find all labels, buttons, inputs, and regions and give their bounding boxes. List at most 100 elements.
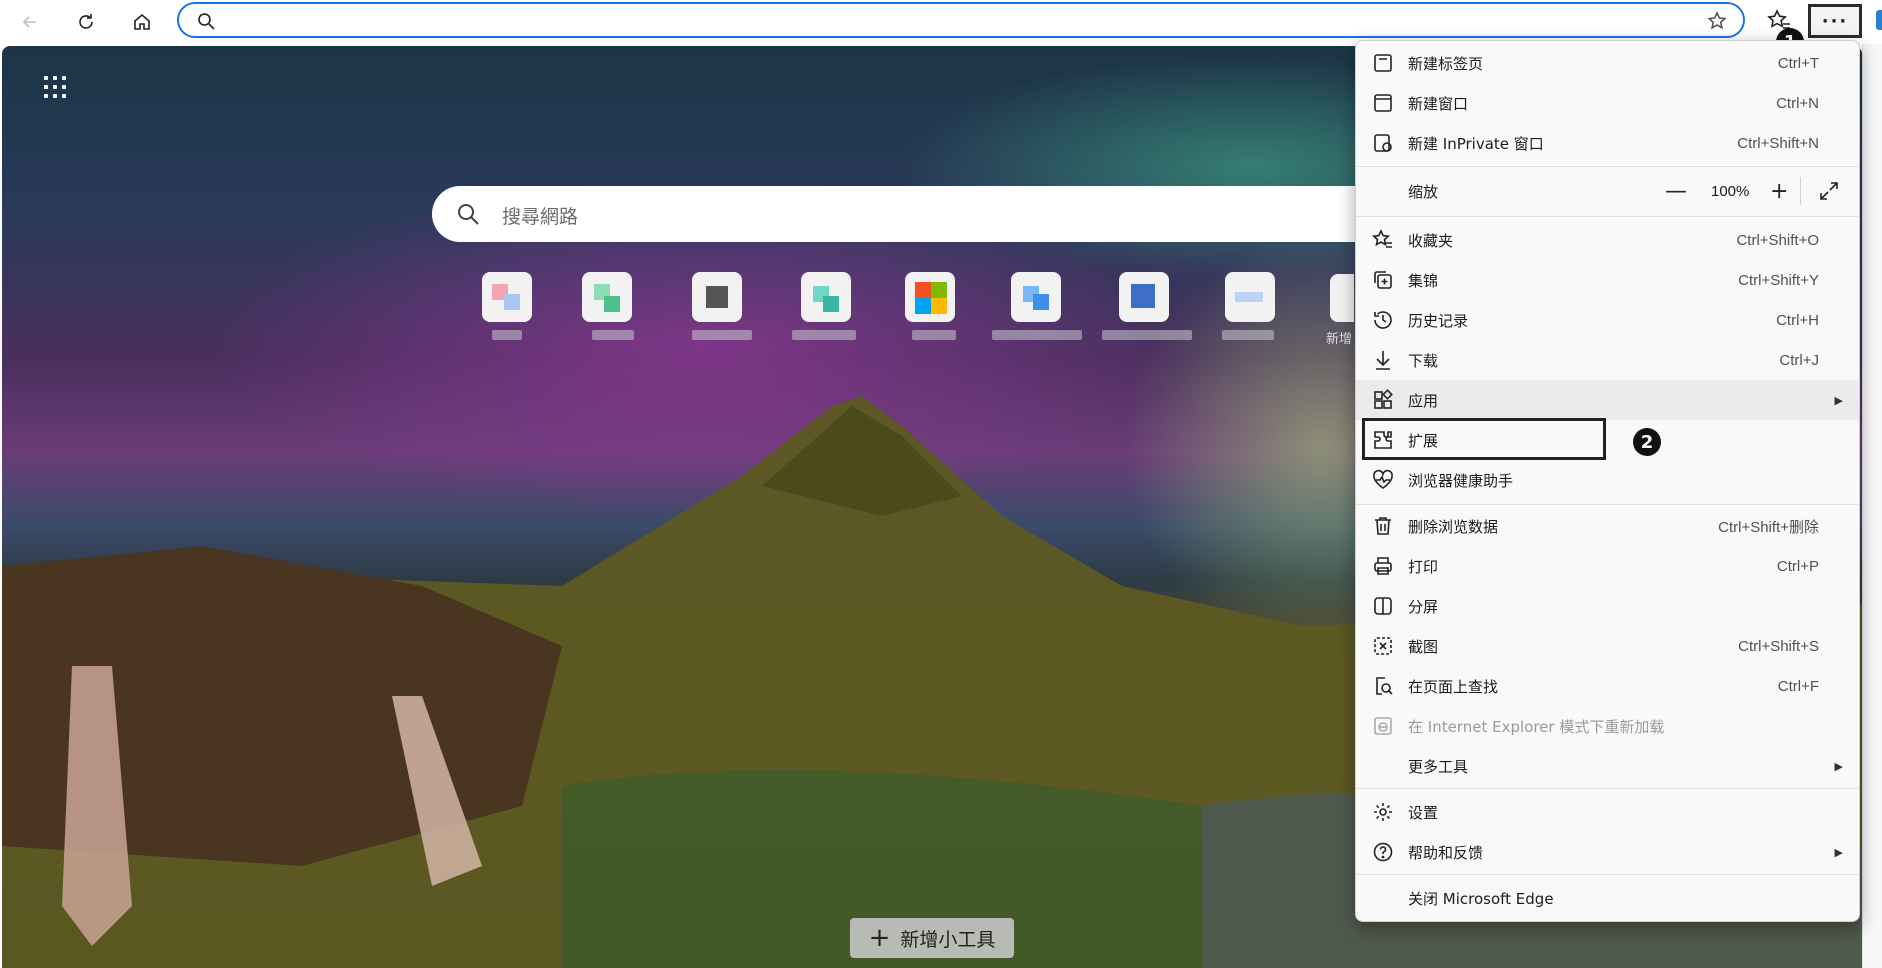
search-icon [458, 204, 479, 225]
add-site-tile[interactable] [1330, 274, 1354, 322]
address-input[interactable] [227, 8, 1631, 34]
menu-item-help-feedback[interactable]: 帮助和反馈 ▶ [1356, 832, 1859, 872]
menu-item-shortcut: Ctrl+P [1776, 557, 1819, 575]
collections-icon [1374, 271, 1392, 289]
menu-item-split-screen[interactable]: 分屏 [1356, 586, 1859, 626]
menu-item-settings[interactable]: 设置 [1356, 792, 1859, 832]
settings-icon [1374, 803, 1392, 821]
quick-link-tile[interactable] [482, 272, 532, 322]
submenu-arrow-icon: ▶ [1834, 759, 1843, 773]
new-window-icon [1374, 94, 1392, 112]
menu-item-new-window[interactable]: 新建窗口 Ctrl+N [1356, 83, 1859, 123]
menu-item-downloads[interactable]: 下载 Ctrl+J [1356, 340, 1859, 380]
menu-item-shortcut: Ctrl+T [1777, 54, 1819, 72]
quick-link-label [1222, 330, 1274, 340]
menu-item-shortcut: Ctrl+H [1776, 311, 1819, 329]
menu-item-label: 删除浏览数据 [1408, 517, 1499, 536]
favorites-icon [1372, 229, 1392, 248]
menu-item-label: 打印 [1408, 557, 1439, 576]
more-menu-button[interactable]: ··· [1808, 4, 1862, 38]
quick-link-label [912, 330, 956, 340]
quick-link-tile[interactable] [1011, 272, 1061, 322]
sidebar-edge-icon [1876, 10, 1882, 30]
menu-separator [1356, 216, 1859, 217]
home-icon [134, 13, 150, 30]
menu-item-history[interactable]: 历史记录 Ctrl+H [1356, 300, 1859, 340]
menu-item-shortcut: Ctrl+N [1776, 94, 1819, 112]
find-icon [1376, 677, 1393, 695]
inprivate-window-icon [1374, 134, 1392, 152]
quick-link-tile[interactable] [801, 272, 851, 322]
menu-item-label: 浏览器健康助手 [1408, 471, 1514, 490]
zoom-out-button[interactable]: — [1665, 179, 1687, 204]
menu-item-ie-mode: 在 Internet Explorer 模式下重新加载 [1356, 706, 1859, 746]
menu-item-zoom: 缩放 — 100% + [1356, 171, 1859, 211]
quick-link-tile[interactable] [692, 272, 742, 322]
menu-item-shortcut: Ctrl+Shift+Y [1738, 271, 1819, 289]
new-tab-icon [1374, 54, 1392, 72]
fullscreen-icon[interactable] [1818, 180, 1840, 202]
quick-link-label [692, 330, 752, 340]
menu-item-label: 在 Internet Explorer 模式下重新加载 [1408, 717, 1665, 736]
menu-item-print[interactable]: 打印 Ctrl+P [1356, 546, 1859, 586]
quick-link-label [492, 330, 522, 340]
screenshot-icon [1374, 637, 1392, 655]
menu-item-label: 更多工具 [1408, 757, 1469, 776]
split-screen-icon [1374, 597, 1392, 615]
quick-link-label [1102, 330, 1192, 340]
side-panel-edge [1862, 44, 1882, 968]
menu-item-label: 新建窗口 [1408, 94, 1469, 113]
menu-item-new-inprivate-window[interactable]: 新建 InPrivate 窗口 Ctrl+Shift+N [1356, 123, 1859, 163]
menu-separator [1356, 166, 1859, 167]
home-button[interactable] [126, 6, 158, 38]
menu-item-browser-health[interactable]: 浏览器健康助手 [1356, 460, 1859, 500]
health-icon [1373, 469, 1393, 489]
menu-item-apps[interactable]: 应用 ▶ [1356, 380, 1859, 420]
menu-item-find-on-page[interactable]: 在页面上查找 Ctrl+F [1356, 666, 1859, 706]
browser-toolbar: ··· 1 [0, 0, 1882, 56]
add-widget-label: 新增小工具 [900, 928, 996, 951]
menu-item-label: 在页面上查找 [1408, 677, 1499, 696]
menu-item-shortcut: Ctrl+F [1777, 677, 1819, 695]
apps-icon [1374, 389, 1393, 409]
menu-item-label: 下载 [1408, 351, 1439, 370]
refresh-button[interactable] [70, 6, 102, 38]
submenu-arrow-icon: ▶ [1834, 393, 1843, 407]
settings-and-more-menu: 新建标签页 Ctrl+T 新建窗口 Ctrl+N 新建 InPrivate 窗口… [1355, 40, 1860, 922]
menu-item-screenshot[interactable]: 截图 Ctrl+Shift+S [1356, 626, 1859, 666]
menu-item-label: 帮助和反馈 [1408, 843, 1484, 862]
quick-link-tile[interactable] [1119, 272, 1169, 322]
menu-item-label: 历史记录 [1408, 311, 1469, 330]
web-search-box[interactable]: 搜尋網路 [432, 186, 1372, 242]
quick-link-tile[interactable] [582, 272, 632, 322]
add-widget-button[interactable]: + 新增小工具 [850, 918, 1014, 958]
menu-item-label: 缩放 [1408, 182, 1439, 201]
quick-link-label [992, 330, 1082, 340]
zoom-level: 100% [1711, 182, 1750, 200]
print-icon [1374, 557, 1392, 575]
extensions-highlight-box [1362, 418, 1606, 460]
quick-link-tile[interactable] [1225, 272, 1275, 322]
menu-item-close-edge[interactable]: 关闭 Microsoft Edge [1356, 878, 1859, 918]
more-menu-icon: ··· [1821, 10, 1849, 32]
zoom-divider [1800, 177, 1801, 205]
menu-item-more-tools[interactable]: 更多工具 ▶ [1356, 746, 1859, 786]
trash-icon [1375, 517, 1391, 535]
menu-item-collections[interactable]: 集锦 Ctrl+Shift+Y [1356, 260, 1859, 300]
menu-item-favorites[interactable]: 收藏夹 Ctrl+Shift+O [1356, 220, 1859, 260]
star-icon[interactable] [1707, 11, 1727, 31]
menu-item-new-tab[interactable]: 新建标签页 Ctrl+T [1356, 43, 1859, 83]
menu-item-label: 新建标签页 [1408, 54, 1484, 73]
search-icon [198, 13, 215, 30]
menu-item-clear-browsing-data[interactable]: 删除浏览数据 Ctrl+Shift+删除 [1356, 506, 1859, 546]
menu-separator [1356, 788, 1859, 789]
help-icon [1373, 842, 1393, 862]
quick-link-tile[interactable] [905, 272, 955, 322]
back-button[interactable] [14, 6, 46, 38]
quick-link-label [592, 330, 634, 340]
menu-item-shortcut: Ctrl+Shift+S [1738, 637, 1819, 655]
zoom-in-button[interactable]: + [1770, 179, 1788, 204]
address-bar[interactable] [177, 2, 1745, 38]
apps-launcher-icon[interactable] [44, 76, 66, 98]
menu-separator [1356, 504, 1859, 505]
